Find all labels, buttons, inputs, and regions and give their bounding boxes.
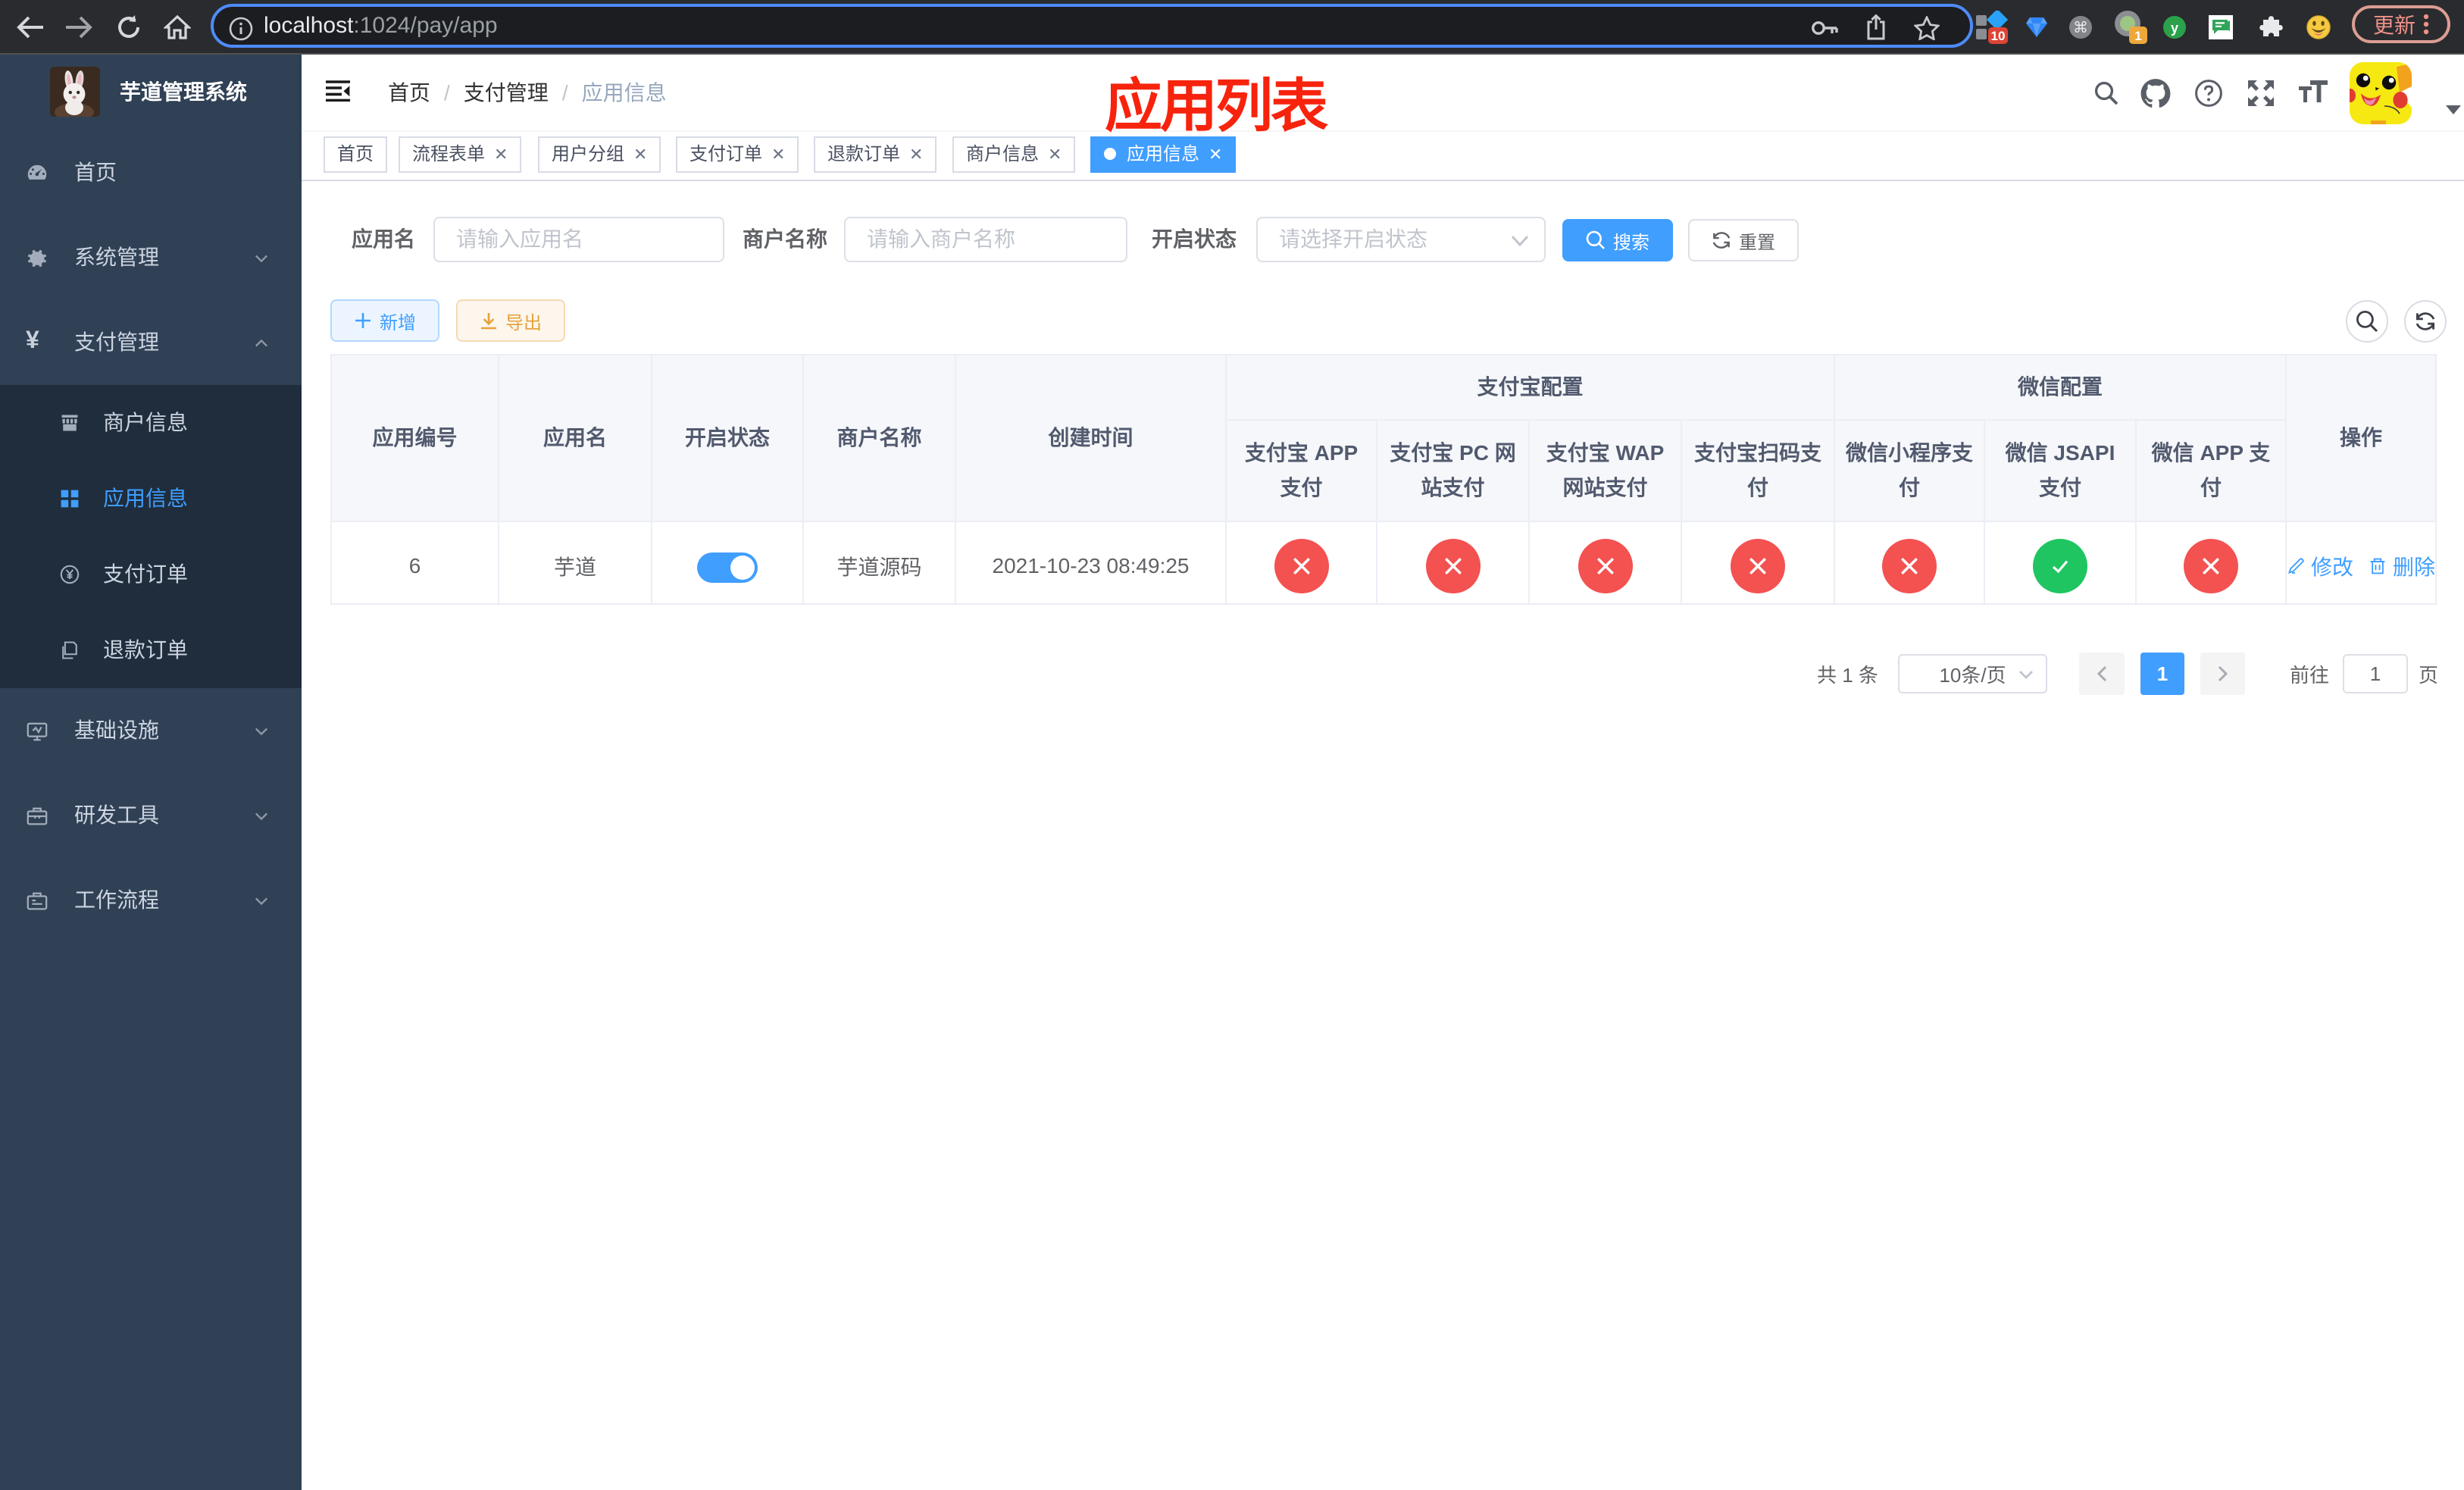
svg-text:1: 1	[2134, 29, 2141, 43]
svg-text:10: 10	[1991, 29, 2006, 43]
svg-text:⌘: ⌘	[2073, 20, 2088, 36]
svg-text:y: y	[2171, 20, 2178, 36]
